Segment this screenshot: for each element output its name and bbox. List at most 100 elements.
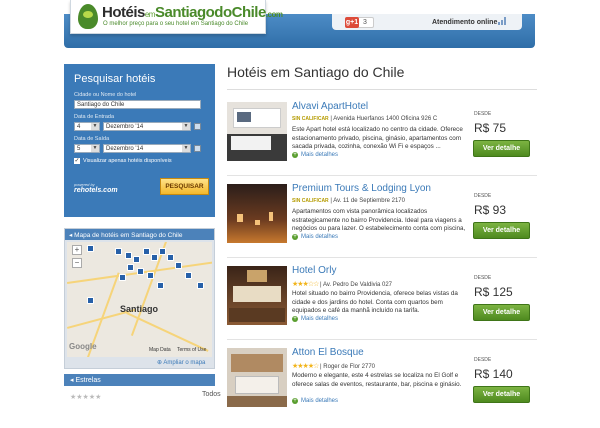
- view-detail-button[interactable]: Ver detalhe: [473, 304, 530, 321]
- google-plus-button[interactable]: g+1 3: [345, 17, 374, 28]
- price-from-label: DESDE: [474, 275, 492, 281]
- hotel-address: Roger de Flor 2770: [323, 364, 375, 370]
- hotel-pin[interactable]: [159, 248, 166, 255]
- card-divider: [227, 175, 537, 176]
- hotel-description: Apartamentos com vista panorâmica locali…: [292, 208, 466, 232]
- hotel-address: Av. Pedro De Valdivia 027: [322, 282, 392, 288]
- checkin-day-value: 4: [77, 124, 81, 130]
- hotel-address: Avenida Huerfanos 1400 Oficina 926 C: [333, 116, 438, 122]
- view-detail-button[interactable]: Ver detalhe: [473, 386, 530, 403]
- star-rating-icon: ★★★★☆: [292, 363, 319, 370]
- view-detail-button[interactable]: Ver detalhe: [473, 222, 530, 239]
- hotel-pin[interactable]: [125, 252, 132, 259]
- city-input[interactable]: Santiago do Chile: [74, 100, 201, 109]
- view-detail-button[interactable]: Ver detalhe: [473, 140, 530, 157]
- map-data-link[interactable]: Map Data: [149, 347, 171, 353]
- available-only-checkbox[interactable]: ✓ Visualizar apenas hotéis disponíveis: [74, 158, 205, 164]
- hotel-pin[interactable]: [167, 254, 174, 261]
- card-divider: [227, 257, 537, 258]
- calendar-icon[interactable]: [194, 123, 201, 130]
- hotel-pin[interactable]: [143, 248, 150, 255]
- star-rating-icon: ★★★☆☆: [292, 281, 319, 288]
- logo-word-2: SantiagodoChile: [154, 4, 266, 21]
- partner-name: rehotels.com: [74, 187, 118, 194]
- calendar-icon[interactable]: [194, 145, 201, 152]
- hotel-pin[interactable]: [115, 248, 122, 255]
- signal-icon: [498, 17, 508, 25]
- more-details-link[interactable]: Mais detalhes: [292, 234, 338, 240]
- online-support-link[interactable]: Atendimento online: [432, 19, 497, 26]
- hotel-card: Premium Tours & Lodging Lyon SIN CALIFIC…: [227, 182, 537, 264]
- checkout-day-value: 5: [77, 146, 81, 152]
- hotel-pin[interactable]: [147, 272, 154, 279]
- hotel-meta: SIN CALIFICAR | Av. 11 de Septiembre 217…: [292, 198, 405, 204]
- hotel-pin[interactable]: [157, 282, 164, 289]
- main-content: Hotéis em Santiago do Chile Alvavi Apart…: [227, 64, 537, 407]
- map-title: ◂ Mapa de hotéis em Santiago do Chile: [65, 229, 214, 240]
- hotel-pin[interactable]: [87, 297, 94, 304]
- hotels-map[interactable]: + − Santiago Google Map Data Terms of Us…: [67, 242, 212, 357]
- hotel-pin[interactable]: [119, 274, 126, 281]
- available-only-label: Visualizar apenas hotéis disponíveis: [83, 158, 172, 164]
- hotel-name-link[interactable]: Premium Tours & Lodging Lyon: [292, 183, 431, 194]
- checkin-month-value: Dezembro '14: [106, 124, 144, 130]
- hotel-photo[interactable]: [227, 348, 287, 407]
- hotel-pin[interactable]: [137, 268, 144, 275]
- hotel-price: R$ 93: [474, 203, 507, 217]
- chevron-down-icon: ▼: [91, 145, 99, 152]
- logo-word-em: em: [144, 10, 156, 19]
- hotel-description: Este Apart hotel está localizado no cent…: [292, 126, 463, 150]
- expand-map-link[interactable]: ⊕ Ampliar o mapa: [157, 359, 205, 366]
- zoom-out-button[interactable]: −: [72, 258, 82, 268]
- hotel-photo[interactable]: [227, 102, 287, 161]
- hotel-photo[interactable]: [227, 266, 287, 325]
- hotel-pin[interactable]: [185, 272, 192, 279]
- terms-link[interactable]: Terms of Use: [177, 347, 206, 353]
- map-title-text: Mapa de hotéis em Santiago do Chile: [74, 232, 183, 239]
- hotel-meta: SIN CALIFICAR | Avenida Huerfanos 1400 O…: [292, 116, 438, 122]
- hotel-pin[interactable]: [133, 256, 140, 263]
- checkout-label: Data de Saída: [74, 136, 110, 142]
- google-plus-icon: g+1: [345, 17, 359, 28]
- google-logo: Google: [69, 342, 97, 351]
- checkmark-icon: ✓: [74, 158, 80, 164]
- search-button[interactable]: PESQUISAR: [160, 178, 209, 195]
- hotel-meta: ★★★☆☆ | Av. Pedro De Valdivia 027: [292, 281, 392, 288]
- partner-logo: powered by rehotels.com: [74, 182, 118, 194]
- card-divider: [227, 339, 537, 340]
- hotel-price: R$ 125: [474, 285, 513, 299]
- hotel-name-link[interactable]: Atton El Bosque: [292, 347, 364, 358]
- hotel-pin[interactable]: [197, 282, 204, 289]
- rating-badge: SIN CALIFICAR: [292, 116, 329, 122]
- page-title: Hotéis em Santiago do Chile: [227, 64, 405, 80]
- site-logo[interactable]: HotéisemSantiagodoChile.com O melhor pre…: [70, 0, 283, 34]
- hotel-pin[interactable]: [127, 264, 134, 271]
- checkout-day-select[interactable]: 5 ▼: [74, 144, 100, 153]
- checkin-month-select[interactable]: Dezembro '14 ▼: [103, 122, 191, 131]
- hotel-photo[interactable]: [227, 184, 287, 243]
- chevron-down-icon: ▼: [182, 145, 190, 152]
- hotel-pin[interactable]: [87, 245, 94, 252]
- checkin-label: Data de Entrada: [74, 114, 115, 120]
- hotel-name-link[interactable]: Alvavi ApartHotel: [292, 101, 368, 112]
- checkout-month-value: Dezembro '14: [106, 146, 144, 152]
- hotel-card: Alvavi ApartHotel SIN CALIFICAR | Avenid…: [227, 100, 537, 182]
- more-details-link[interactable]: Mais detalhes: [292, 398, 338, 404]
- map-panel: ◂ Mapa de hotéis em Santiago do Chile + …: [64, 228, 215, 369]
- chevron-down-icon: ▼: [182, 123, 190, 130]
- title-divider: [227, 89, 537, 90]
- zoom-in-button[interactable]: +: [72, 245, 82, 255]
- hotel-name-link[interactable]: Hotel Orly: [292, 265, 336, 276]
- hotel-description: Hotel situado no bairro Providencia, ofe…: [292, 290, 458, 314]
- checkout-month-select[interactable]: Dezembro '14 ▼: [103, 144, 191, 153]
- hotel-price: R$ 75: [474, 121, 507, 135]
- chevron-down-icon: ▼: [91, 123, 99, 130]
- logo-tld: .com: [265, 10, 283, 19]
- hotel-pin[interactable]: [151, 254, 158, 261]
- checkin-day-select[interactable]: 4 ▼: [74, 122, 100, 131]
- more-details-link[interactable]: Mais detalhes: [292, 152, 338, 158]
- stars-filter-header[interactable]: ◂ Estrelas: [64, 374, 215, 386]
- more-details-link[interactable]: Mais detalhes: [292, 316, 338, 322]
- hotel-pin[interactable]: [175, 262, 182, 269]
- logo-word-1: Hotéis: [102, 4, 145, 21]
